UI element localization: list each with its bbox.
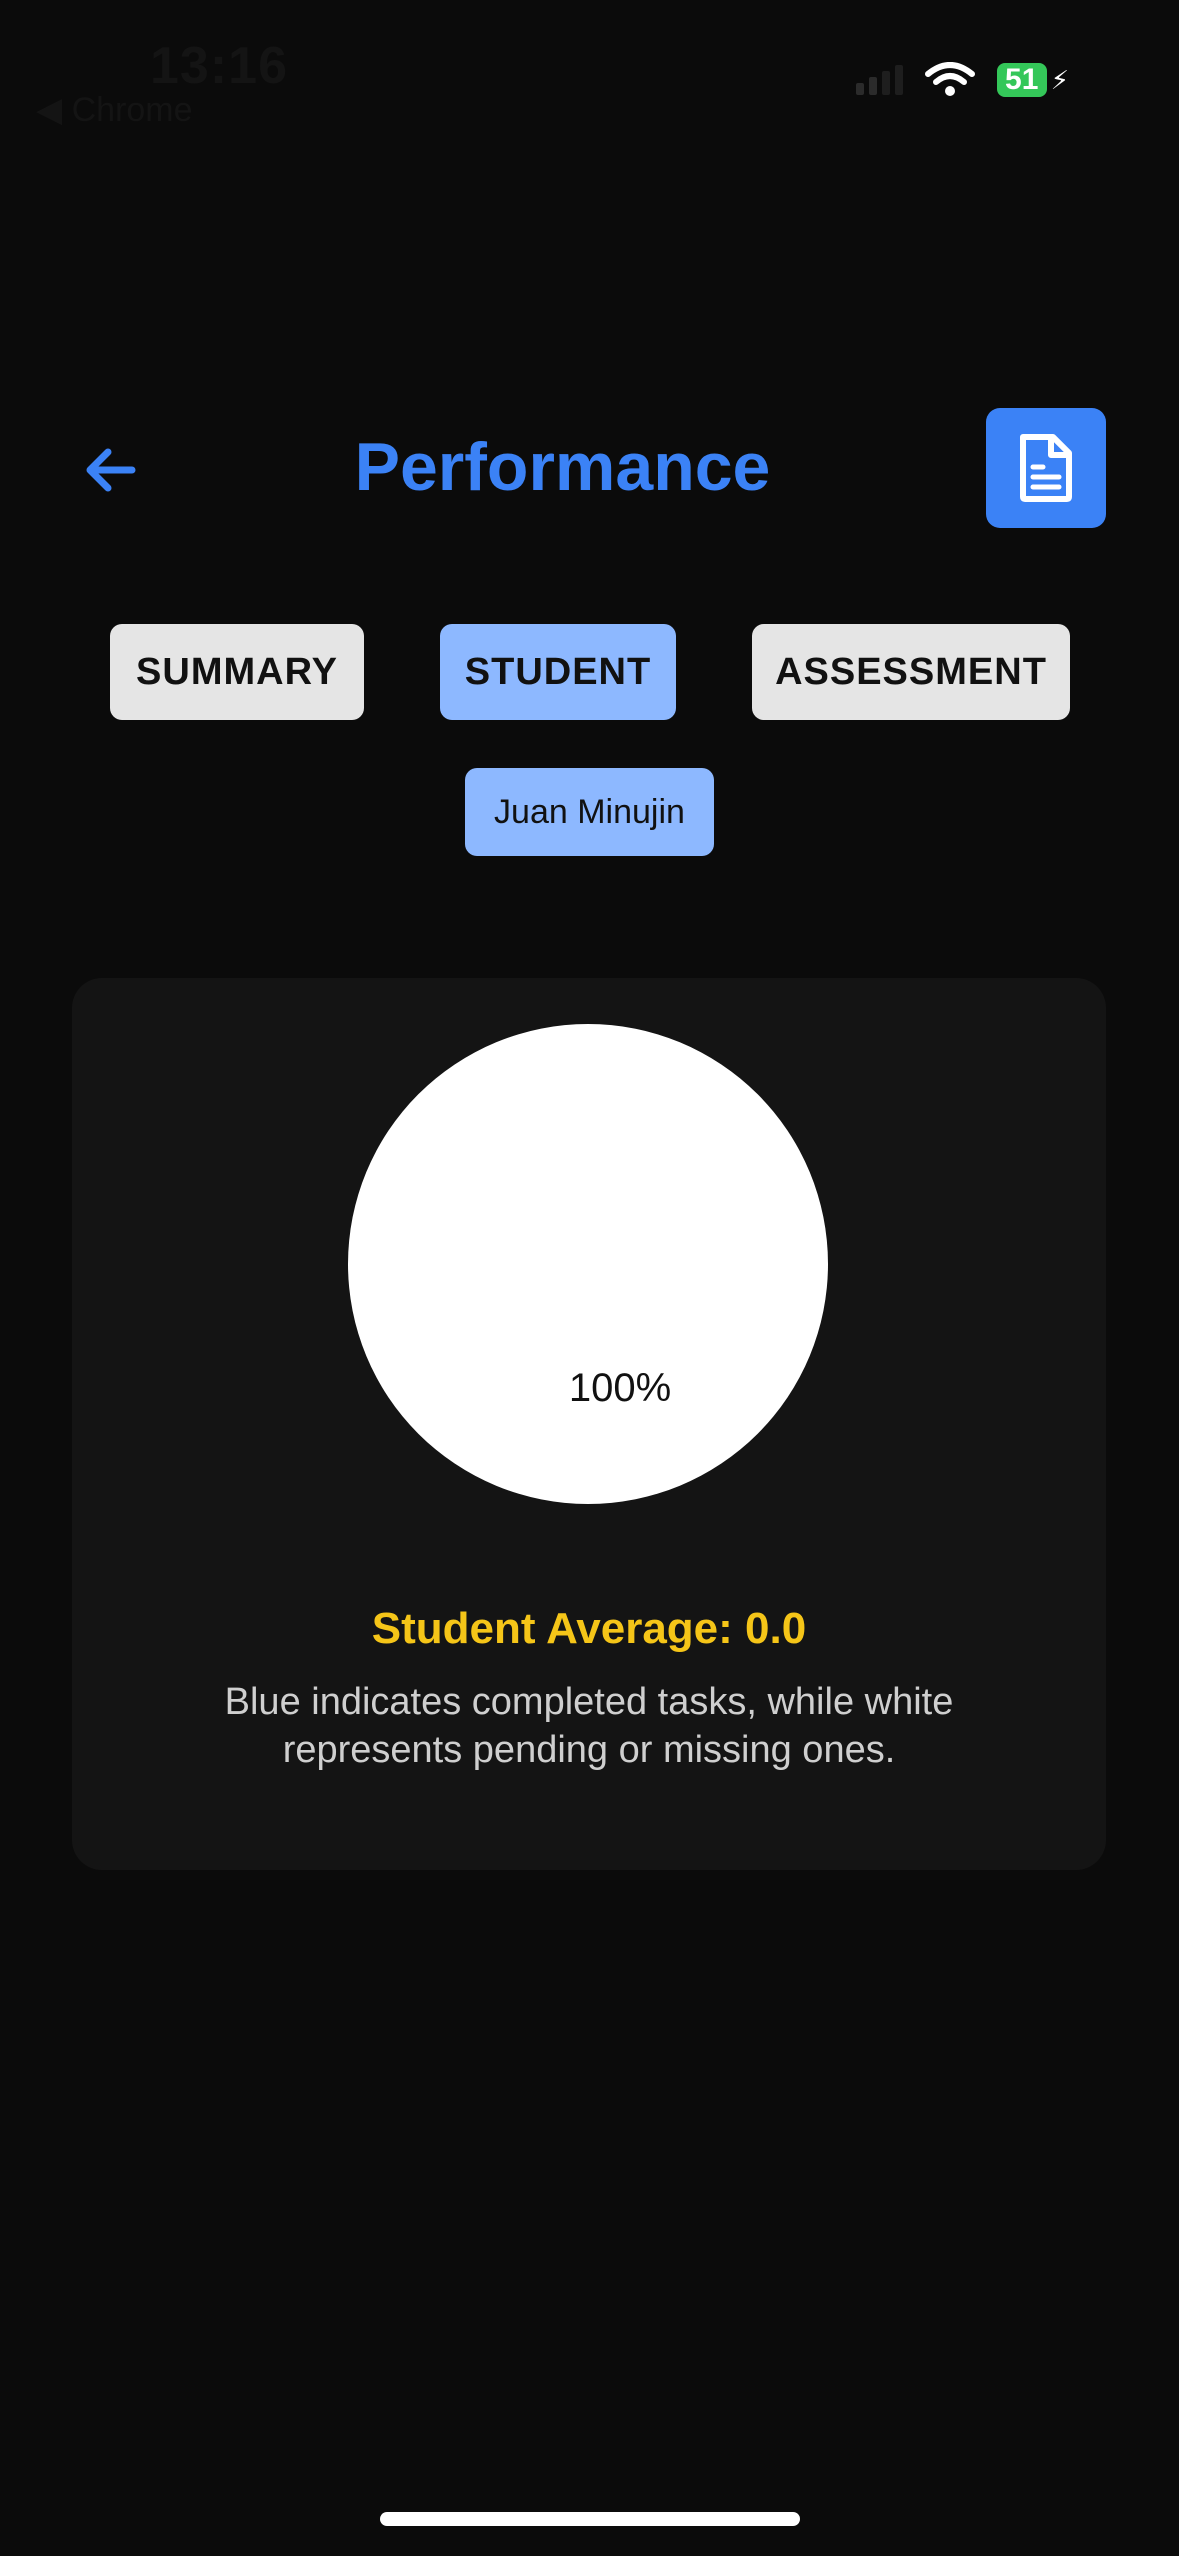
performance-card: 100% Student Average: 0.0 Blue indicates…: [72, 978, 1106, 1870]
battery-indicator: 51 ⚡: [996, 63, 1069, 97]
tab-summary[interactable]: SUMMARY: [110, 624, 364, 720]
document-icon: [1020, 434, 1072, 502]
report-button[interactable]: [986, 408, 1106, 528]
student-selector[interactable]: Juan Minujin: [465, 768, 714, 856]
back-to-chrome-link[interactable]: ◀ Chrome: [36, 90, 193, 130]
pie-chart-svg: [348, 1024, 828, 1504]
status-indicators: 51 ⚡: [855, 62, 1069, 98]
screen: 13:16 ◀ Chrome 51 ⚡ Performance SUMMARY …: [0, 0, 1179, 2556]
student-average: Student Average: 0.0: [371, 1604, 807, 1653]
pie-slice-pending-missing: [348, 1024, 828, 1504]
tab-assessment[interactable]: ASSESSMENT: [752, 624, 1070, 720]
status-time: 13:16: [150, 37, 288, 95]
tab-student[interactable]: STUDENT: [440, 624, 676, 720]
charging-bolt-icon: ⚡: [1050, 64, 1069, 95]
legend-note: Blue indicates completed tasks, while wh…: [224, 1681, 954, 1771]
pie-slice-label: 100%: [568, 1366, 672, 1410]
cellular-signal-icon: [855, 65, 903, 95]
pie-chart: 100%: [348, 1024, 828, 1504]
home-indicator[interactable]: [380, 2512, 800, 2526]
battery-level: 51: [996, 63, 1047, 97]
wifi-icon: [924, 62, 975, 98]
